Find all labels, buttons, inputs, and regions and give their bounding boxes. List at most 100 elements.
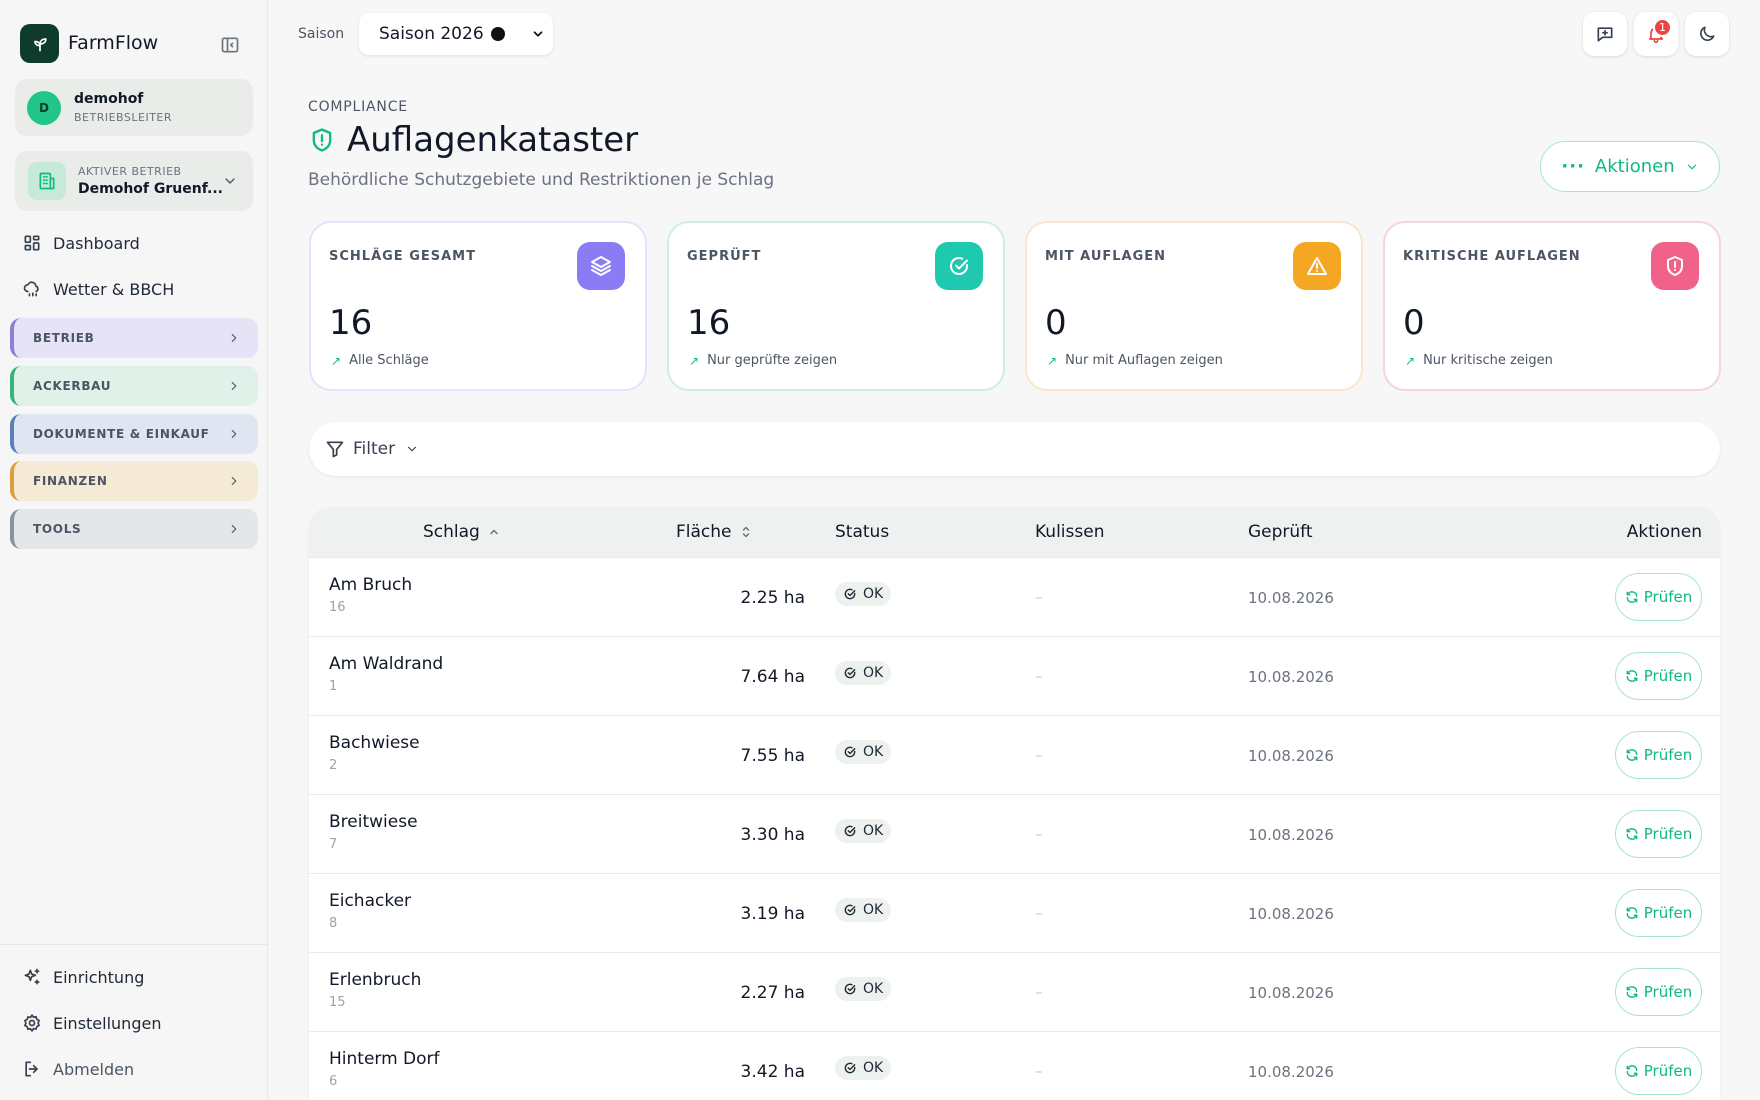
table-row[interactable]: Am Bruch 16 2.25 ha OK – 10.08.2026 Prüf… [309,557,1720,636]
layers-icon [577,242,625,290]
nav-group-betrieb[interactable]: BETRIEB [10,318,258,358]
arrow-up-right-icon: ↗ [689,353,700,368]
table-row[interactable]: Erlenbruch 15 2.27 ha OK – 10.08.2026 Pr… [309,952,1720,1031]
active-farm-selector[interactable]: AKTIVER BETRIEB Demohof Gruenf... [15,151,253,211]
chevron-down-icon [1685,160,1699,174]
restrictions-table: Schlag Fläche Status Kulissen Geprüft Ak… [309,507,1720,1100]
status-label: OK [863,665,884,681]
check-button[interactable]: Prüfen [1615,968,1702,1016]
field-name[interactable]: Bachwiese [329,733,420,753]
actions-menu-button[interactable]: ··· Aktionen [1540,141,1720,192]
check-button[interactable]: Prüfen [1615,573,1702,621]
stat-link-label: Nur geprüfte zeigen [707,353,838,368]
field-name[interactable]: Am Waldrand [329,654,443,674]
check-button[interactable]: Prüfen [1615,810,1702,858]
check-button[interactable]: Prüfen [1615,652,1702,700]
nav-group-ackerbau[interactable]: ACKERBAU [10,366,258,406]
table-row[interactable]: Hinterm Dorf 6 3.42 ha OK – 10.08.2026 P… [309,1031,1720,1100]
status-label: OK [863,586,884,602]
field-area: 7.55 ha [740,746,805,766]
nav-setup[interactable]: Einrichtung [20,965,144,989]
stat-card-critical[interactable]: KRITISCHE AUFLAGEN 0 ↗ Nur kritische zeig… [1383,221,1721,391]
check-button[interactable]: Prüfen [1615,1047,1702,1095]
nav-group-finanzen[interactable]: FINANZEN [10,461,258,501]
nav-setup-label: Einrichtung [53,967,145,987]
stat-card-total[interactable]: SCHLÄGE GESAMT 16 ↗ Alle Schläge [309,221,647,391]
arrow-up-right-icon: ↗ [331,353,342,368]
chevron-right-icon [227,331,241,345]
check-circle-icon [935,242,983,290]
check-button-label: Prüfen [1643,904,1693,922]
refresh-icon [1625,669,1639,683]
table-row[interactable]: Bachwiese 2 7.55 ha OK – 10.08.2026 Prüf… [309,715,1720,794]
refresh-icon [1625,906,1639,920]
user-card[interactable]: D demohof BETRIEBSLEITER [15,79,253,136]
notifications-button[interactable]: 1 [1634,12,1678,56]
nav-group-dokumente-einkauf[interactable]: DOKUMENTE & EINKAUF [10,414,258,454]
season-select[interactable]: Saison 2026 [359,13,553,55]
feedback-button[interactable] [1583,12,1627,56]
column-header-area[interactable]: Fläche [676,522,752,542]
field-kulissen: – [1035,746,1043,764]
status-badge: OK [835,740,892,764]
table-row[interactable]: Am Waldrand 1 7.64 ha OK – 10.08.2026 Pr… [309,636,1720,715]
field-name[interactable]: Breitwiese [329,812,418,832]
check-circle-icon [843,666,857,680]
app-name: FarmFlow [68,32,159,54]
field-name[interactable]: Am Bruch [329,575,412,595]
column-header-kulissen: Kulissen [1035,522,1104,542]
nav-weather[interactable]: Wetter & BBCH [20,277,174,301]
check-button-label: Prüfen [1643,588,1693,606]
field-number: 1 [329,679,338,694]
active-farm-label: AKTIVER BETRIEB [78,165,182,178]
nav-settings[interactable]: Einstellungen [20,1011,161,1035]
chevron-down-icon [222,173,238,189]
stat-label: GEPRÜFT [687,249,762,264]
page-title-row: Auflagenkataster [308,120,638,160]
column-header-checked: Geprüft [1248,522,1313,542]
field-kulissen: – [1035,588,1043,606]
status-label: OK [863,744,884,760]
stat-value: 16 [687,303,731,343]
stat-label: SCHLÄGE GESAMT [329,249,476,264]
field-name[interactable]: Eichacker [329,891,411,911]
nav-group-tools[interactable]: TOOLS [10,509,258,549]
column-header-label: Aktionen [1626,522,1702,542]
filter-bar[interactable]: Filter [309,422,1720,476]
filter-label: Filter [353,439,396,459]
stat-link[interactable]: ↗ Alle Schläge [331,353,429,368]
stat-label: MIT AUFLAGEN [1045,249,1167,264]
logout-icon [20,1057,44,1081]
field-checked-date: 10.08.2026 [1248,826,1334,844]
field-kulissen: – [1035,983,1043,1001]
stat-link-label: Nur mit Auflagen zeigen [1065,353,1223,368]
nav-logout[interactable]: Abmelden [20,1057,134,1081]
stat-link[interactable]: ↗ Nur geprüfte zeigen [689,353,837,368]
stat-link[interactable]: ↗ Nur kritische zeigen [1405,353,1553,368]
user-role: BETRIEBSLEITER [74,111,173,124]
table-row[interactable]: Breitwiese 7 3.30 ha OK – 10.08.2026 Prü… [309,794,1720,873]
theme-toggle-button[interactable] [1685,12,1729,56]
chevron-down-icon [405,442,419,456]
field-checked-date: 10.08.2026 [1248,747,1334,765]
field-kulissen: – [1035,1062,1043,1080]
nav-dashboard[interactable]: Dashboard [20,231,140,255]
stat-card-with-restrictions[interactable]: MIT AUFLAGEN 0 ↗ Nur mit Auflagen zeigen [1025,221,1363,391]
check-button[interactable]: Prüfen [1615,889,1702,937]
column-header-actions: Aktionen [1627,522,1702,542]
nav-logout-label: Abmelden [53,1059,135,1079]
status-label: OK [863,981,884,997]
field-name[interactable]: Erlenbruch [329,970,421,990]
field-name[interactable]: Hinterm Dorf [329,1049,440,1069]
shield-alert-icon [308,126,336,154]
column-header-schlag[interactable]: Schlag [423,522,500,542]
field-area: 3.42 ha [740,1062,805,1082]
check-button[interactable]: Prüfen [1615,731,1702,779]
stat-card-checked[interactable]: GEPRÜFT 16 ↗ Nur geprüfte zeigen [667,221,1005,391]
season-select-value: Saison 2026 [379,24,484,44]
farmflow-logo-icon[interactable] [20,24,59,63]
sidebar-collapse-icon[interactable] [216,32,244,58]
stat-link[interactable]: ↗ Nur mit Auflagen zeigen [1047,353,1223,368]
table-row[interactable]: Eichacker 8 3.19 ha OK – 10.08.2026 Prüf… [309,873,1720,952]
filter-icon [325,439,345,459]
